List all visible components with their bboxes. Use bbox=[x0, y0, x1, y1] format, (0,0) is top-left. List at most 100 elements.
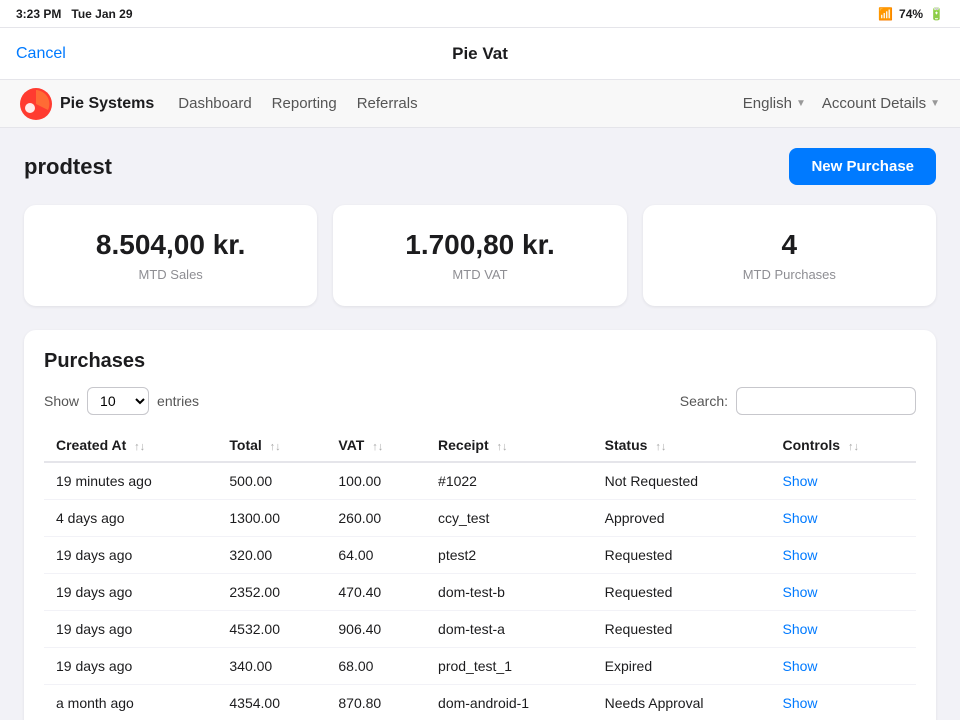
cell-receipt: dom-test-a bbox=[426, 611, 593, 648]
cell-created-at: 19 days ago bbox=[44, 611, 217, 648]
cell-total: 340.00 bbox=[217, 648, 326, 685]
table-row: 4 days ago 1300.00 260.00 ccy_test Appro… bbox=[44, 500, 916, 537]
cell-control[interactable]: Show bbox=[771, 648, 916, 685]
nav-link-referrals[interactable]: Referrals bbox=[357, 95, 418, 112]
sort-icon-created-at: ↑↓ bbox=[134, 441, 145, 453]
table-row: 19 minutes ago 500.00 100.00 #1022 Not R… bbox=[44, 462, 916, 500]
cell-control[interactable]: Show bbox=[771, 611, 916, 648]
show-link[interactable]: Show bbox=[783, 621, 818, 637]
sort-icon-vat: ↑↓ bbox=[372, 441, 383, 453]
show-entries: Show 10 25 50 100 entries bbox=[44, 387, 199, 415]
language-dropdown-arrow: ▼ bbox=[796, 98, 806, 109]
table-body: 19 minutes ago 500.00 100.00 #1022 Not R… bbox=[44, 462, 916, 720]
cell-control[interactable]: Show bbox=[771, 574, 916, 611]
logo-text: Pie Systems bbox=[60, 95, 154, 113]
show-link[interactable]: Show bbox=[783, 510, 818, 526]
show-link[interactable]: Show bbox=[783, 584, 818, 600]
account-details-label: Account Details bbox=[822, 95, 926, 112]
stat-card-mtd-vat: 1.700,80 kr. MTD VAT bbox=[333, 205, 626, 306]
account-details-selector[interactable]: Account Details ▼ bbox=[822, 95, 940, 112]
cell-receipt: ptest2 bbox=[426, 537, 593, 574]
cell-status: Not Requested bbox=[593, 462, 771, 500]
sort-icon-status: ↑↓ bbox=[655, 441, 666, 453]
cell-total: 4532.00 bbox=[217, 611, 326, 648]
table-row: 19 days ago 2352.00 470.40 dom-test-b Re… bbox=[44, 574, 916, 611]
mtd-sales-value: 8.504,00 kr. bbox=[44, 229, 297, 261]
cell-control[interactable]: Show bbox=[771, 537, 916, 574]
show-link[interactable]: Show bbox=[783, 658, 818, 674]
col-status[interactable]: Status ↑↓ bbox=[593, 429, 771, 462]
col-controls[interactable]: Controls ↑↓ bbox=[771, 429, 916, 462]
stat-card-mtd-purchases: 4 MTD Purchases bbox=[643, 205, 936, 306]
language-label: English bbox=[743, 95, 792, 112]
status-time-date: 3:23 PM Tue Jan 29 bbox=[16, 7, 133, 21]
entries-select[interactable]: 10 25 50 100 bbox=[87, 387, 149, 415]
cell-status: Expired bbox=[593, 648, 771, 685]
cell-total: 500.00 bbox=[217, 462, 326, 500]
search-input[interactable] bbox=[736, 387, 916, 415]
purchases-table: Created At ↑↓ Total ↑↓ VAT ↑↓ Receipt ↑↓ bbox=[44, 429, 916, 720]
cell-status: Needs Approval bbox=[593, 685, 771, 720]
stat-card-mtd-sales: 8.504,00 kr. MTD Sales bbox=[24, 205, 317, 306]
cell-created-at: 19 days ago bbox=[44, 648, 217, 685]
nav-header: Cancel Pie Vat bbox=[0, 28, 960, 80]
nav-links: Dashboard Reporting Referrals bbox=[178, 95, 417, 112]
cell-created-at: 19 days ago bbox=[44, 574, 217, 611]
cell-vat: 870.80 bbox=[326, 685, 426, 720]
toolbar-left: Pie Systems Dashboard Reporting Referral… bbox=[20, 88, 418, 120]
pie-systems-logo bbox=[20, 88, 52, 120]
cell-receipt: dom-test-b bbox=[426, 574, 593, 611]
nav-link-reporting[interactable]: Reporting bbox=[272, 95, 337, 112]
cell-status: Approved bbox=[593, 500, 771, 537]
logo-area[interactable]: Pie Systems bbox=[20, 88, 154, 120]
cell-vat: 906.40 bbox=[326, 611, 426, 648]
nav-title: Pie Vat bbox=[452, 44, 508, 64]
page-header: prodtest New Purchase bbox=[24, 148, 936, 185]
cell-total: 320.00 bbox=[217, 537, 326, 574]
search-label: Search: bbox=[680, 393, 728, 409]
col-created-at[interactable]: Created At ↑↓ bbox=[44, 429, 217, 462]
cell-created-at: a month ago bbox=[44, 685, 217, 720]
sort-icon-receipt: ↑↓ bbox=[497, 441, 508, 453]
mtd-vat-value: 1.700,80 kr. bbox=[353, 229, 606, 261]
cancel-button[interactable]: Cancel bbox=[16, 45, 66, 63]
table-row: 19 days ago 320.00 64.00 ptest2 Requeste… bbox=[44, 537, 916, 574]
cell-control[interactable]: Show bbox=[771, 500, 916, 537]
cell-created-at: 19 minutes ago bbox=[44, 462, 217, 500]
cell-control[interactable]: Show bbox=[771, 462, 916, 500]
cell-control[interactable]: Show bbox=[771, 685, 916, 720]
page-title: prodtest bbox=[24, 154, 112, 180]
col-total[interactable]: Total ↑↓ bbox=[217, 429, 326, 462]
language-selector[interactable]: English ▼ bbox=[743, 95, 806, 112]
stats-row: 8.504,00 kr. MTD Sales 1.700,80 kr. MTD … bbox=[24, 205, 936, 306]
col-receipt[interactable]: Receipt ↑↓ bbox=[426, 429, 593, 462]
nav-link-dashboard[interactable]: Dashboard bbox=[178, 95, 251, 112]
col-vat[interactable]: VAT ↑↓ bbox=[326, 429, 426, 462]
status-indicators: 📶 74% 🔋 bbox=[878, 7, 944, 21]
show-link[interactable]: Show bbox=[783, 473, 818, 489]
status-bar: 3:23 PM Tue Jan 29 📶 74% 🔋 bbox=[0, 0, 960, 28]
cell-total: 2352.00 bbox=[217, 574, 326, 611]
show-link[interactable]: Show bbox=[783, 695, 818, 711]
purchases-section-title: Purchases bbox=[44, 350, 916, 373]
mtd-purchases-value: 4 bbox=[663, 229, 916, 261]
search-area: Search: bbox=[680, 387, 916, 415]
toolbar: Pie Systems Dashboard Reporting Referral… bbox=[0, 80, 960, 128]
cell-vat: 100.00 bbox=[326, 462, 426, 500]
cell-receipt: prod_test_1 bbox=[426, 648, 593, 685]
new-purchase-button[interactable]: New Purchase bbox=[789, 148, 936, 185]
sort-icon-controls: ↑↓ bbox=[848, 441, 859, 453]
purchases-section: Purchases Show 10 25 50 100 entries Sear… bbox=[24, 330, 936, 720]
cell-status: Requested bbox=[593, 574, 771, 611]
cell-status: Requested bbox=[593, 611, 771, 648]
cell-receipt: #1022 bbox=[426, 462, 593, 500]
account-dropdown-arrow: ▼ bbox=[930, 98, 940, 109]
table-controls: Show 10 25 50 100 entries Search: bbox=[44, 387, 916, 415]
cell-receipt: dom-android-1 bbox=[426, 685, 593, 720]
cell-total: 1300.00 bbox=[217, 500, 326, 537]
show-link[interactable]: Show bbox=[783, 547, 818, 563]
table-header: Created At ↑↓ Total ↑↓ VAT ↑↓ Receipt ↑↓ bbox=[44, 429, 916, 462]
cell-status: Requested bbox=[593, 537, 771, 574]
cell-vat: 68.00 bbox=[326, 648, 426, 685]
cell-receipt: ccy_test bbox=[426, 500, 593, 537]
